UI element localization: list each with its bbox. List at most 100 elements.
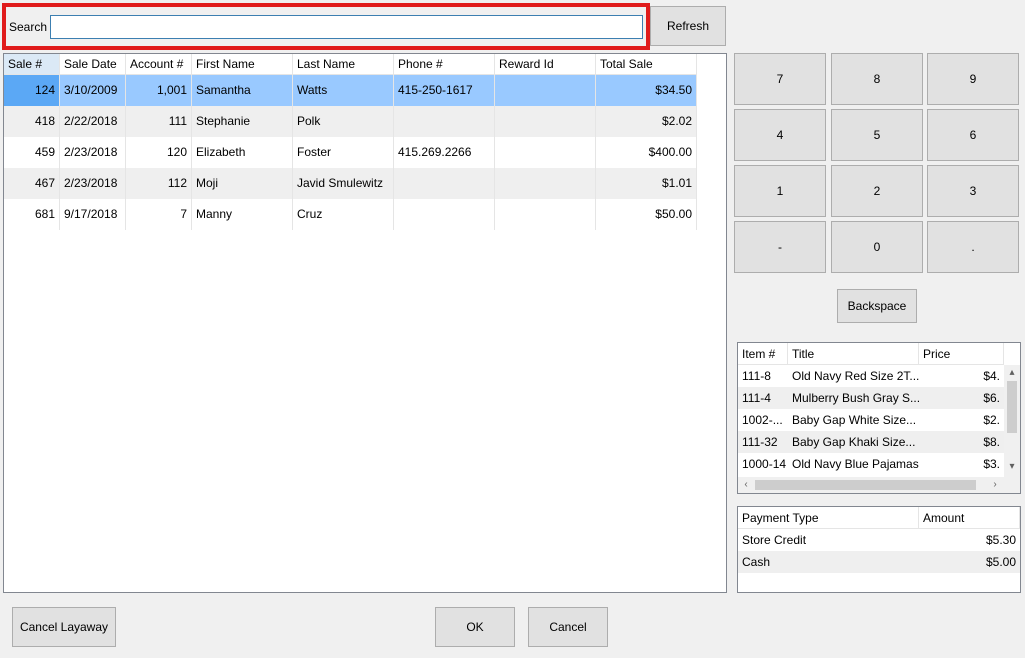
payment-cell: $5.00 [919,551,1020,573]
payment-cell: Cash [738,551,919,573]
keypad-key-button[interactable]: 8 [831,53,923,105]
refresh-button[interactable]: Refresh [650,6,726,46]
items-column-header[interactable]: Title [788,343,919,365]
keypad-key-button[interactable]: 2 [831,165,923,217]
sales-grid-rows: 124 3/10/2009 1,001 Samantha Watts 415-250-16… [4,75,697,230]
sales-column-header[interactable]: Total Sale [596,54,697,75]
table-cell [394,106,495,137]
keypad-key-button[interactable]: 5 [831,109,923,161]
keypad-key-button[interactable]: - [734,221,826,273]
table-cell: 2/22/2018 [60,106,126,137]
table-cell [495,106,596,137]
table-cell: 415.269.2266 [394,137,495,168]
table-cell [394,199,495,230]
keypad-key-button[interactable]: 6 [927,109,1019,161]
table-cell: Samantha [192,75,293,106]
table-cell: 112 [126,168,192,199]
table-cell: 681 [4,199,60,230]
items-vscroll-thumb[interactable] [1007,381,1017,433]
table-cell: Stephanie [192,106,293,137]
payment-row[interactable]: Store Credit $5.30 [738,529,1020,551]
list-cell: 111-8 [742,369,771,383]
items-column-header[interactable]: Item # [738,343,788,365]
list-cell: Baby Gap Khaki Size... [788,431,919,453]
table-cell: Foster [293,137,394,168]
items-horizontal-scrollbar[interactable]: ‹ › [738,477,1020,493]
table-row[interactable]: 124 3/10/2009 1,001 Samantha Watts 415-250-16… [4,75,697,106]
list-item[interactable]: 1002-... Baby Gap White Size... $2. [738,409,1020,431]
table-cell: 2/23/2018 [60,168,126,199]
table-row[interactable]: 459 2/23/2018 120 Elizabeth Foster 415.269.22… [4,137,697,168]
table-cell: $2.02 [596,106,697,137]
items-grid-header: Item # Title Price [738,343,1020,365]
table-cell: 2/23/2018 [60,137,126,168]
list-cell: $3. [983,457,1000,471]
sales-column-header[interactable]: Last Name [293,54,394,75]
keypad-key-button[interactable]: 1 [734,165,826,217]
list-cell: 111-4 [738,387,788,409]
table-cell: 3/10/2009 [60,75,126,106]
list-cell: 1002-... [742,413,783,427]
list-cell: $4. [983,369,1000,383]
table-cell: 124 [4,75,60,106]
keypad-key-button[interactable]: 9 [927,53,1019,105]
table-cell: Moji [192,168,293,199]
list-cell: 111-32 [738,431,788,453]
keypad-key-button[interactable]: 7 [734,53,826,105]
table-cell: $1.01 [596,168,697,199]
table-cell: 1,001 [126,75,192,106]
table-row[interactable]: 418 2/22/2018 111 Stephanie Polk $2.02 [4,106,697,137]
cancel-layaway-button[interactable]: Cancel Layaway [12,607,116,647]
items-grid-rows: 111-8 Old Navy Red Size 2T... $4. 111-4 Mulb… [738,365,1020,475]
keypad-key-button[interactable]: 3 [927,165,1019,217]
table-cell: $50.00 [596,199,697,230]
payments-grid-rows: Store Credit $5.30 Cash $5.00 [738,529,1020,573]
items-grid[interactable]: Item # Title Price 111-8 Old Navy Red Size … [737,342,1021,494]
payment-row[interactable]: Cash $5.00 [738,551,1020,573]
sales-grid[interactable]: Sale # Sale Date Account # First Name Last N… [3,53,727,593]
payments-column-header[interactable]: Amount [919,507,1020,529]
list-cell: Mulberry Bush Gray S... [788,387,919,409]
items-column-header[interactable]: Price [919,343,1004,365]
list-item[interactable]: 111-8 Old Navy Red Size 2T... $4. [738,365,1020,387]
items-hscroll-thumb[interactable] [755,480,976,490]
list-cell: $8. [919,431,1004,453]
sales-column-header[interactable]: Sale # [4,54,60,75]
sales-column-header[interactable]: Account # [126,54,192,75]
table-cell [495,199,596,230]
sales-column-header[interactable]: Reward Id [495,54,596,75]
backspace-button[interactable]: Backspace [837,289,917,323]
search-input[interactable] [50,15,643,39]
payments-grid-header: Payment Type Amount [738,507,1020,529]
payments-column-header[interactable]: Payment Type [738,507,919,529]
keypad-key-button[interactable]: . [927,221,1019,273]
sales-column-header[interactable]: Phone # [394,54,495,75]
table-row[interactable]: 681 9/17/2018 7 Manny Cruz $50.00 [4,199,697,230]
keypad-key-button[interactable]: 0 [831,221,923,273]
list-item[interactable]: 111-32 Baby Gap Khaki Size... $8. [738,431,1020,453]
items-vertical-scrollbar[interactable]: ▴ ▾ [1004,365,1020,477]
list-item[interactable]: 1000-14 Old Navy Blue Pajamas $3. [738,453,1020,475]
scroll-right-icon[interactable]: › [988,479,1002,491]
cancel-button[interactable]: Cancel [528,607,608,647]
scroll-down-icon[interactable]: ▾ [1005,461,1019,473]
table-cell: 459 [4,137,60,168]
table-cell [495,137,596,168]
sales-column-header[interactable]: Sale Date [60,54,126,75]
table-cell: Polk [293,106,394,137]
sales-column-header[interactable]: First Name [192,54,293,75]
ok-button[interactable]: OK [435,607,515,647]
payments-grid[interactable]: Payment Type Amount Store Credit $5.30 Cash… [737,506,1021,593]
table-row[interactable]: 467 2/23/2018 112 Moji Javid Smulewitz $1.01 [4,168,697,199]
keypad-key-button[interactable]: 4 [734,109,826,161]
table-cell: 7 [126,199,192,230]
table-cell: $34.50 [596,75,697,106]
table-cell: 418 [4,106,60,137]
scroll-up-icon[interactable]: ▴ [1005,367,1019,379]
scroll-left-icon[interactable]: ‹ [739,479,753,491]
payment-cell: $5.30 [985,533,1016,547]
table-cell: $400.00 [596,137,697,168]
list-item[interactable]: 111-4 Mulberry Bush Gray S... $6. [738,387,1020,409]
list-cell: Old Navy Red Size 2T... [792,369,919,383]
table-cell: 111 [126,106,192,137]
